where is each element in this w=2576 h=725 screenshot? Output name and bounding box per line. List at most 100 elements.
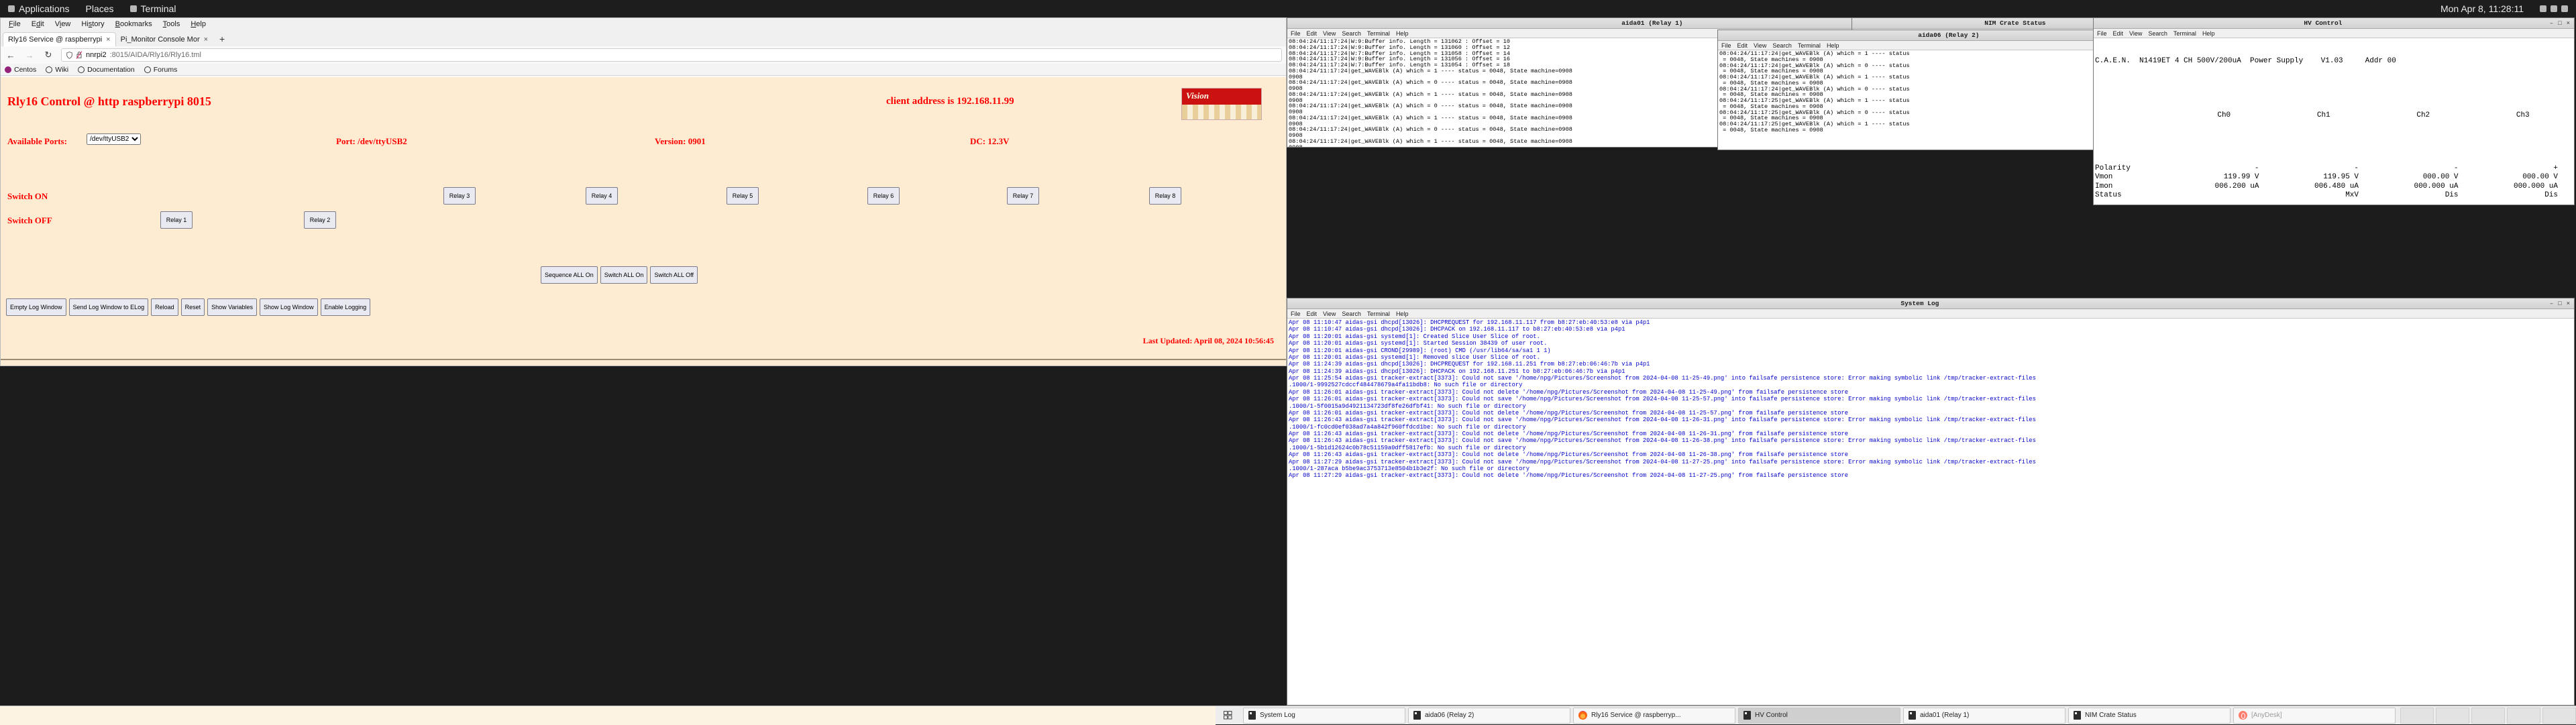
menu-terminal[interactable]: Terminal [1367,311,1390,317]
browser-tab-pimonitor[interactable]: Pi_Monitor Console Monitoring × [116,32,213,46]
hv-cell[interactable] [2174,201,2274,206]
close-icon[interactable]: × [2567,20,2570,27]
menu-file[interactable]: File [1291,311,1301,317]
hv-cell[interactable]: 006.480 uA [2274,182,2374,191]
hv-cell[interactable]: - [2373,164,2473,173]
terminal-output[interactable]: Apr 08 11:10:47 aidas-gsi dhcpd[13026]: … [1287,319,2574,480]
workspace-switcher[interactable] [1220,708,1236,723]
sequence-all-on-button[interactable]: Sequence ALL On [541,266,598,284]
send-log-to-elog-button[interactable]: Send Log Window to ELog [69,298,149,316]
menu-search[interactable]: Search [1342,311,1361,317]
address-bar[interactable]: nnrpi2:8015/AIDA/Rly16/Rly16.tml [61,48,1282,62]
hv-cell[interactable]: - [2274,164,2374,173]
bookmark-forums[interactable]: Forums [144,66,178,74]
menu-edit[interactable]: Edit [2113,30,2124,37]
menu-search[interactable]: Search [2148,30,2167,37]
close-icon[interactable]: × [106,36,110,44]
close-icon[interactable]: × [2567,300,2570,307]
hv-cell[interactable]: 000.00 V [2373,173,2473,182]
panel-clock[interactable]: Mon Apr 8, 11:28:11 [2432,0,2532,17]
panel-places-menu[interactable]: Places [78,0,122,17]
relay-button-7[interactable]: Relay 7 [1007,187,1039,205]
hv-cell[interactable]: MxV [2274,191,2374,200]
bookmark-documentation[interactable]: Documentation [78,66,135,74]
bookmark-centos[interactable]: Centos [5,66,36,74]
reload-icon[interactable]: ↻ [42,49,54,61]
hv-cell[interactable] [2473,201,2573,206]
hv-cell[interactable]: 119.99 V [2174,173,2274,182]
reload-button[interactable]: Reload [151,298,178,316]
port-select[interactable]: /dev/ttyUSB2 [87,133,141,145]
minimize-icon[interactable]: – [2550,20,2553,27]
menu-view[interactable]: View [1323,30,1336,37]
menu-view[interactable]: View [2129,30,2142,37]
menu-help[interactable]: Help [1827,42,1839,49]
titlebar[interactable]: HV Control – □ × [2094,18,2574,29]
panel-applications-menu[interactable]: Applications [0,0,78,17]
menu-help[interactable]: Help [1396,30,1409,37]
relay-button-3[interactable]: Relay 3 [443,187,476,205]
maximize-icon[interactable]: □ [2558,300,2561,307]
taskbar-button[interactable]: Rly16 Service @ raspberryp... [1573,708,1735,724]
hv-cell[interactable]: Dis [2373,191,2473,200]
relay-button-8[interactable]: Relay 8 [1149,187,1181,205]
menu-terminal[interactable]: Terminal [2174,30,2196,37]
hv-cell[interactable]: 000.000 uA [2373,182,2473,191]
menu-edit[interactable]: Edit [26,20,50,28]
browser-tab-rly16[interactable]: Rly16 Service @ raspberrypi × [3,32,116,46]
hv-cell[interactable] [2174,191,2274,200]
relay-button-5[interactable]: Relay 5 [727,187,759,205]
close-icon[interactable]: × [204,36,208,44]
taskbar-button[interactable]: [AnyDesk] [2233,708,2396,724]
menu-edit[interactable]: Edit [1307,30,1318,37]
menu-view[interactable]: View [1754,42,1766,49]
menu-view[interactable]: View [50,20,76,28]
menu-file[interactable]: File [1291,30,1301,37]
hv-cell[interactable]: - [2174,164,2274,173]
relay-button-6[interactable]: Relay 6 [867,187,900,205]
relay-button-4[interactable]: Relay 4 [586,187,618,205]
hv-cell[interactable]: Dis [2473,191,2573,200]
hv-cell[interactable]: 006.200 uA [2174,182,2274,191]
switch-all-off-button[interactable]: Switch ALL Off [650,266,698,284]
empty-log-window-button[interactable]: Empty Log Window [6,298,66,316]
menu-file[interactable]: File [1721,42,1731,49]
switch-all-on-button[interactable]: Switch ALL On [600,266,648,284]
forward-icon[interactable]: → [23,49,36,61]
menu-bookmarks[interactable]: Bookmarks [110,20,158,28]
hv-cell[interactable]: 000.000 uA [2473,182,2573,191]
back-icon[interactable]: ← [5,49,17,61]
maximize-icon[interactable]: □ [2558,20,2561,27]
menu-terminal[interactable]: Terminal [1367,30,1390,37]
taskbar-button[interactable]: aida01 (Relay 1) [1903,708,2065,724]
menu-file[interactable]: File [2097,30,2107,37]
show-variables-button[interactable]: Show Variables [207,298,257,316]
menu-history[interactable]: History [76,20,109,28]
relay-button-2[interactable]: Relay 2 [304,211,336,229]
enable-logging-button[interactable]: Enable Logging [321,298,371,316]
hv-cell[interactable]: + [2473,164,2573,173]
menu-tools[interactable]: Tools [158,20,186,28]
menu-help[interactable]: Help [2202,30,2215,37]
bookmark-wiki[interactable]: Wiki [46,66,68,74]
menu-terminal[interactable]: Terminal [1798,42,1821,49]
hv-cell[interactable] [2274,201,2374,206]
taskbar-button[interactable]: aida06 (Relay 2) [1408,708,1570,724]
menu-edit[interactable]: Edit [1737,42,1748,49]
taskbar-button[interactable]: System Log [1243,708,1405,724]
menu-file[interactable]: File [3,20,26,28]
hv-cell[interactable]: 000.00 V [2473,173,2573,182]
taskbar-button[interactable]: HV Control [1738,708,1900,724]
taskbar-button[interactable]: NIM Crate Status [2068,708,2231,724]
titlebar[interactable]: System Log – □ × [1287,298,2574,309]
show-log-window-button[interactable]: Show Log Window [260,298,318,316]
minimize-icon[interactable]: – [2550,300,2553,307]
hv-control-output[interactable]: C.A.E.N. N1419ET 4 CH 500V/200uA Power S… [2094,38,2574,205]
panel-status-icons[interactable] [2532,0,2576,17]
menu-edit[interactable]: Edit [1307,311,1318,317]
hv-cell[interactable] [2373,201,2473,206]
reset-button[interactable]: Reset [181,298,205,316]
new-tab-button[interactable]: + [213,32,231,46]
relay-button-1[interactable]: Relay 1 [160,211,193,229]
menu-search[interactable]: Search [1342,30,1361,37]
